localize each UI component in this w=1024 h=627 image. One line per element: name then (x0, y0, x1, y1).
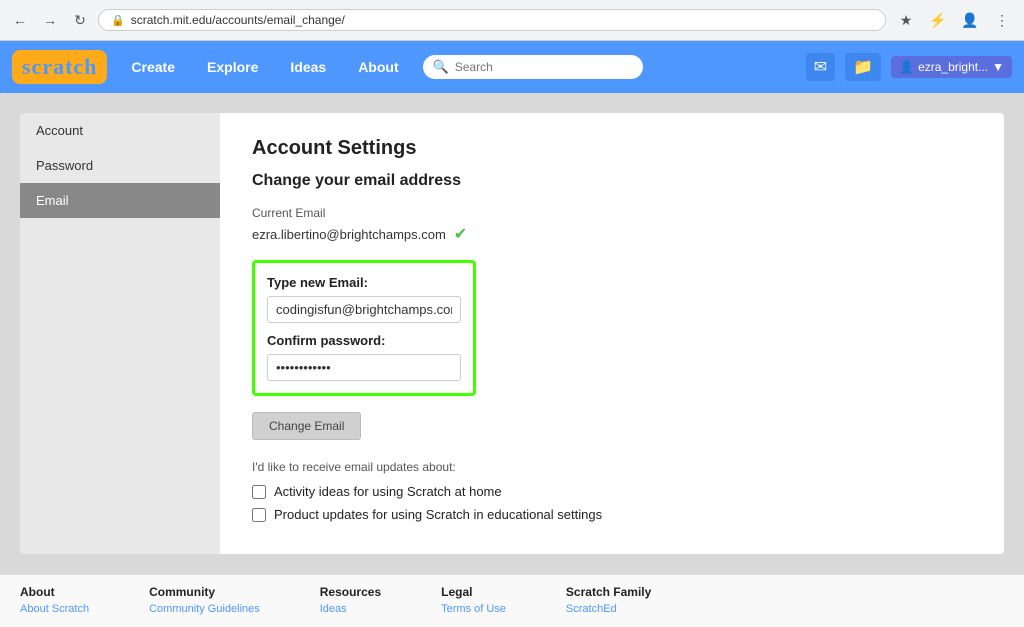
footer-about: About About Scratch (20, 585, 89, 617)
confirm-password-label: Confirm password: (267, 333, 461, 348)
footer-legal-heading: Legal (441, 585, 506, 599)
footer-scratch-family: Scratch Family ScratchEd (566, 585, 651, 617)
menu-icon[interactable]: ⋮ (988, 6, 1016, 34)
verified-check-icon: ✔ (454, 224, 467, 244)
sidebar: Account Password Email (20, 113, 220, 554)
address-bar[interactable]: 🔒 scratch.mit.edu/accounts/email_change/ (98, 9, 886, 31)
page-title: Account Settings (252, 137, 972, 160)
current-email-value: ezra.libertino@brightchamps.com (252, 227, 446, 242)
browser-toolbar: ← → ↻ 🔒 scratch.mit.edu/accounts/email_c… (0, 0, 1024, 40)
checkbox-product[interactable] (252, 508, 266, 522)
footer-scratch-family-heading: Scratch Family (566, 585, 651, 599)
content-area: Account Settings Change your email addre… (220, 113, 1004, 554)
sidebar-item-email[interactable]: Email (20, 183, 220, 218)
footer-resources-heading: Resources (320, 585, 381, 599)
logo-text: scratch (22, 54, 97, 79)
messages-icon[interactable]: ✉ (806, 53, 835, 81)
checkbox-activity[interactable] (252, 485, 266, 499)
username-label: ezra_bright... (918, 60, 988, 74)
sidebar-item-account[interactable]: Account (20, 113, 220, 148)
search-input[interactable] (455, 60, 633, 74)
footer-legal: Legal Terms of Use (441, 585, 506, 617)
url-text: scratch.mit.edu/accounts/email_change/ (131, 13, 345, 27)
change-email-button[interactable]: Change Email (252, 412, 361, 440)
profile-icon[interactable]: 👤 (956, 6, 984, 34)
user-profile-button[interactable]: 👤 ezra_bright... ▼ (891, 56, 1012, 78)
back-button[interactable]: ← (8, 8, 32, 32)
scratch-navbar: scratch Create Explore Ideas About 🔍 ✉ 📁… (0, 41, 1024, 93)
footer-terms-of-use[interactable]: Terms of Use (441, 603, 506, 615)
user-avatar-icon: 👤 (899, 60, 914, 74)
browser-actions: ★ ⚡ 👤 ⋮ (892, 6, 1016, 34)
nav-create[interactable]: Create (123, 55, 183, 79)
scratch-logo[interactable]: scratch (12, 50, 107, 84)
checkbox-row-1: Activity ideas for using Scratch at home (252, 484, 972, 499)
sidebar-item-password[interactable]: Password (20, 148, 220, 183)
footer-scratched[interactable]: ScratchEd (566, 603, 651, 615)
confirm-password-input[interactable] (267, 354, 461, 381)
extensions-icon[interactable]: ⚡ (924, 6, 952, 34)
nav-ideas[interactable]: Ideas (282, 55, 334, 79)
search-icon: 🔍 (433, 59, 449, 75)
refresh-button[interactable]: ↻ (68, 8, 92, 32)
footer-about-scratch[interactable]: About Scratch (20, 603, 89, 615)
bookmark-icon[interactable]: ★ (892, 6, 920, 34)
forward-button[interactable]: → (38, 8, 62, 32)
new-email-input[interactable] (267, 296, 461, 323)
chevron-down-icon: ▼ (992, 60, 1004, 74)
footer: About About Scratch Community Community … (0, 574, 1024, 627)
section-title: Change your email address (252, 172, 972, 190)
new-email-label: Type new Email: (267, 275, 461, 290)
nav-about[interactable]: About (350, 55, 406, 79)
checkbox-activity-label: Activity ideas for using Scratch at home (274, 484, 502, 499)
main-container: Account Password Email Account Settings … (0, 93, 1024, 574)
footer-community-heading: Community (149, 585, 260, 599)
footer-about-heading: About (20, 585, 89, 599)
footer-community-guidelines[interactable]: Community Guidelines (149, 603, 260, 615)
nav-right: ✉ 📁 👤 ezra_bright... ▼ (806, 53, 1012, 81)
folder-icon[interactable]: 📁 (845, 53, 881, 81)
footer-ideas[interactable]: Ideas (320, 603, 381, 615)
lock-icon: 🔒 (111, 14, 125, 27)
footer-community: Community Community Guidelines (149, 585, 260, 617)
browser-chrome: ← → ↻ 🔒 scratch.mit.edu/accounts/email_c… (0, 0, 1024, 41)
email-updates-label: I'd like to receive email updates about: (252, 460, 972, 474)
current-email-label: Current Email (252, 206, 972, 220)
email-change-form-box: Type new Email: Confirm password: (252, 260, 476, 396)
nav-explore[interactable]: Explore (199, 55, 266, 79)
search-bar[interactable]: 🔍 (423, 55, 643, 79)
footer-resources: Resources Ideas (320, 585, 381, 617)
current-email-row: ezra.libertino@brightchamps.com ✔ (252, 224, 972, 244)
